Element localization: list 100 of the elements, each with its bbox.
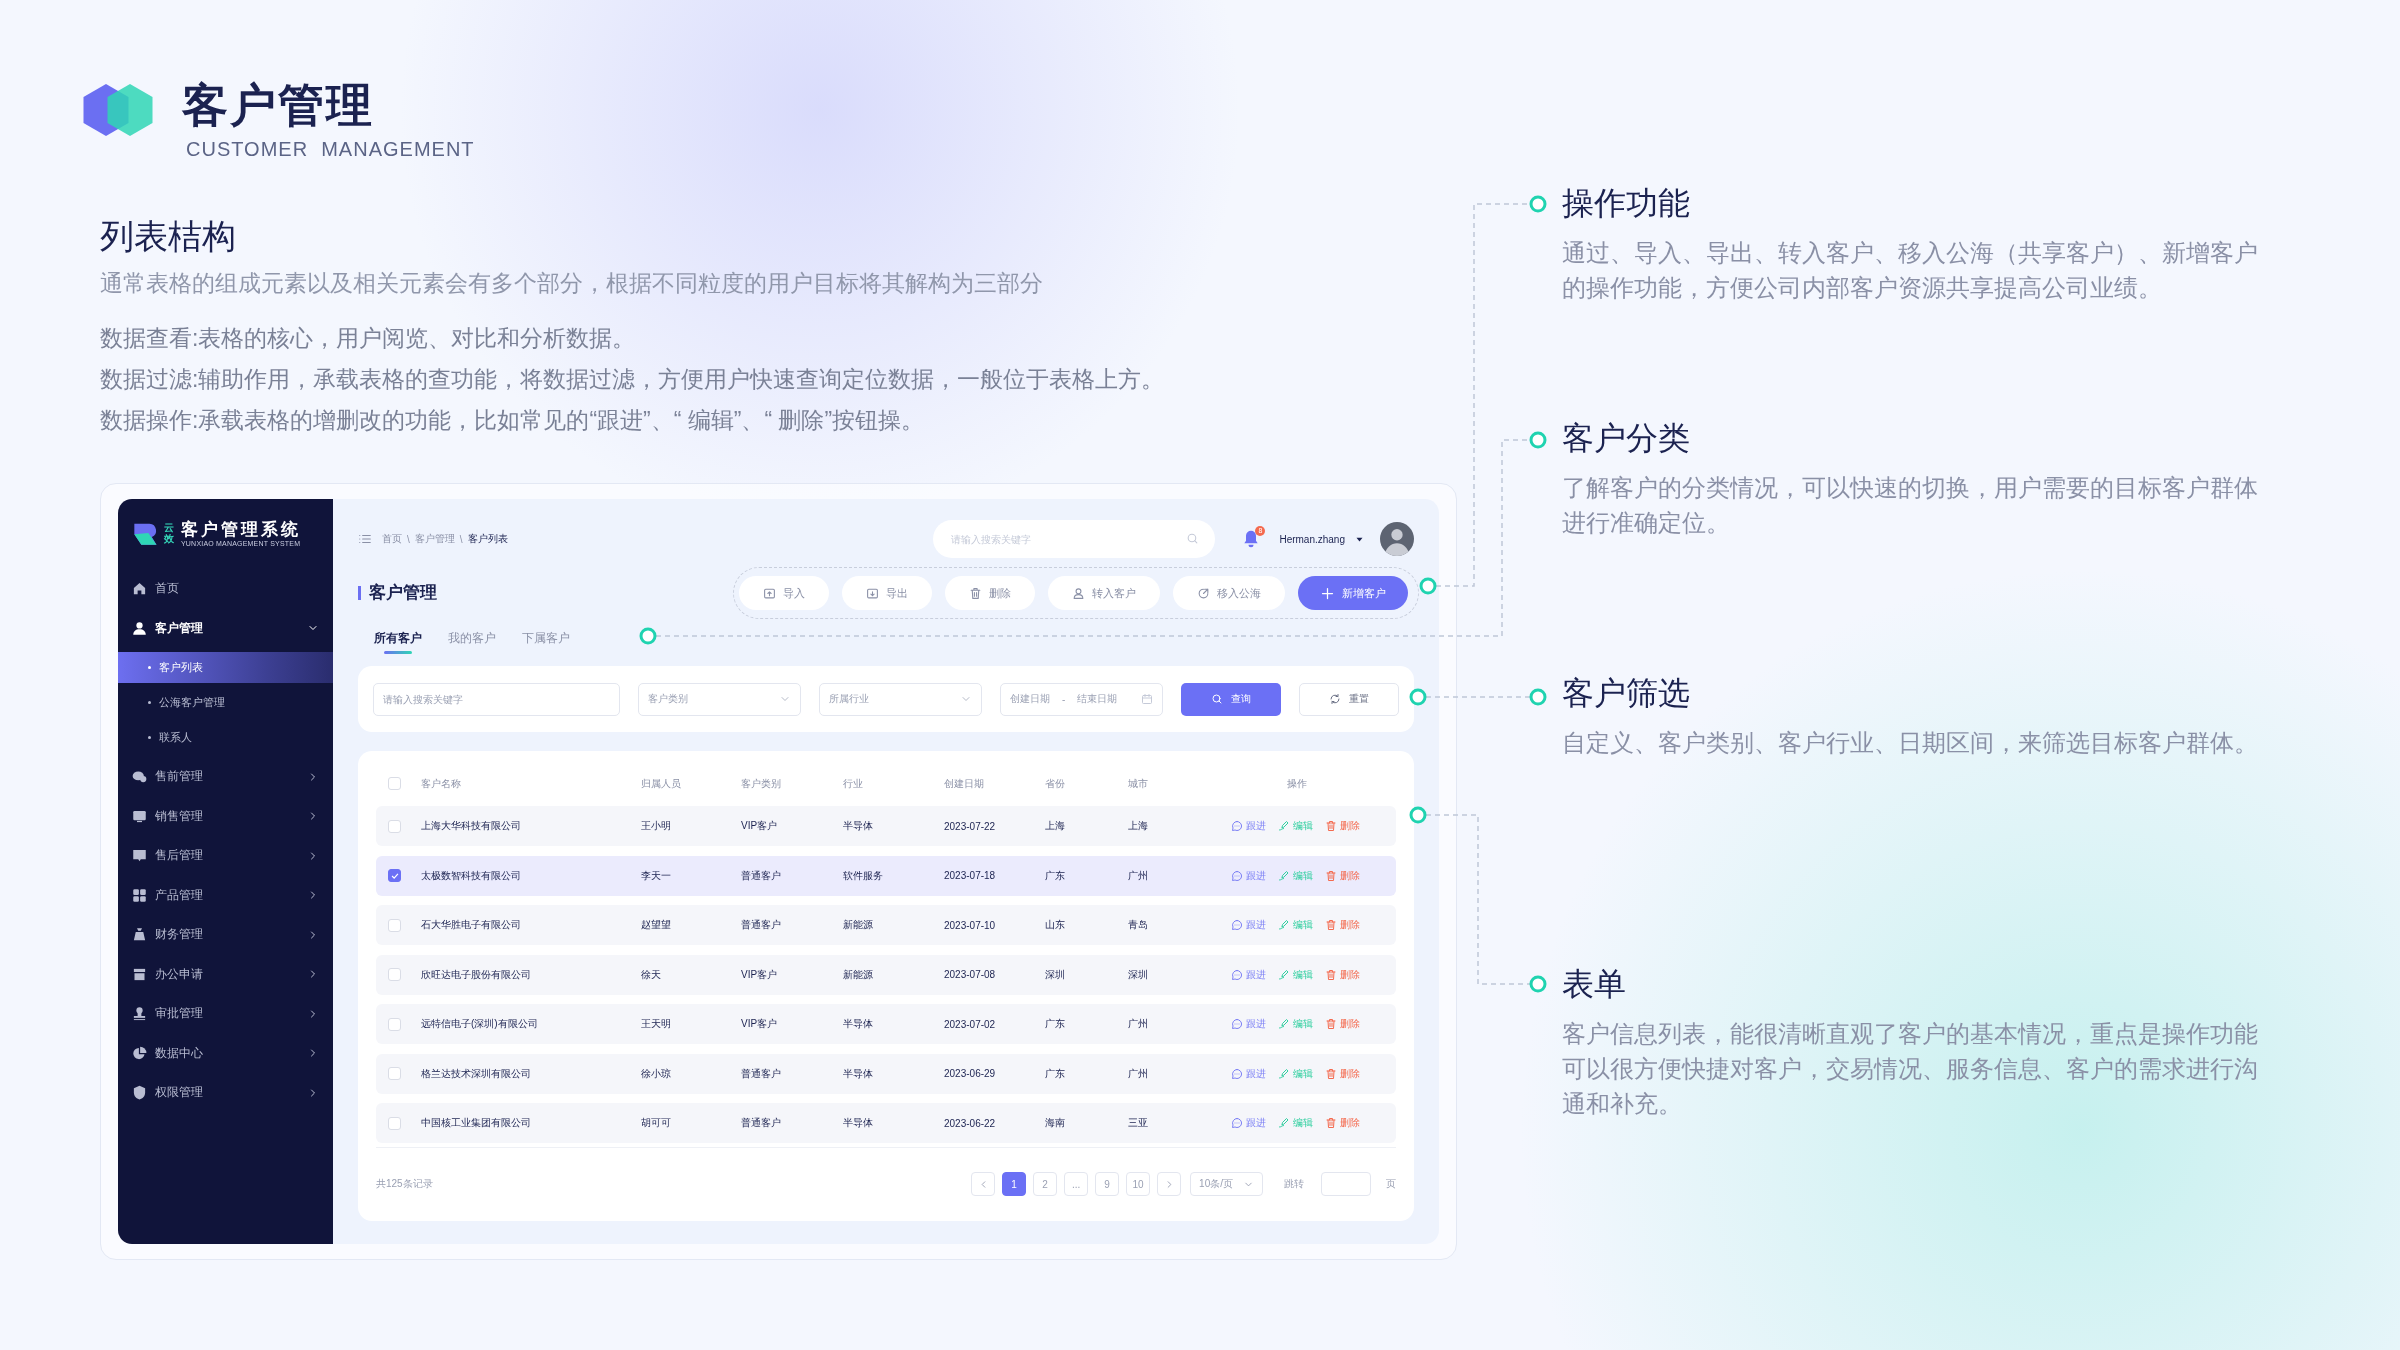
table-cell-text: 2023-07-02 <box>944 1018 997 1030</box>
keyword-field[interactable]: 请输入搜索关键字 <box>373 682 620 716</box>
edit-button[interactable]: 编辑 <box>1278 1116 1313 1130</box>
table-cell-text: 徐天 <box>641 967 662 982</box>
edit-button[interactable]: 编辑 <box>1278 819 1313 833</box>
export-button[interactable]: 导出 <box>842 576 932 610</box>
table-cell-text: 广东 <box>1045 868 1066 883</box>
follow-button[interactable]: 跟进 <box>1231 967 1266 982</box>
home-icon <box>132 581 147 597</box>
page-size-select[interactable]: 10条/页 <box>1190 1172 1263 1196</box>
edit-button[interactable]: 编辑 <box>1278 918 1313 932</box>
follow-button[interactable]: 跟进 <box>1231 1116 1266 1130</box>
page-button[interactable]: 1 <box>1002 1172 1027 1196</box>
query-button[interactable]: 查询 <box>1181 682 1281 716</box>
table-cell-text: 深圳 <box>1128 967 1149 982</box>
table-row[interactable]: 上海大华科技有限公司 王小明 VIP客户 半导体 2023-07-22 上海 上海 跟进 编辑 删除 <box>376 806 1396 846</box>
description-text: 数据操作:承载表格的增删改的功能，比如常见的“跟进”、“ 编辑”、“ 删除”按钮操。 <box>100 406 926 435</box>
table-cell-text: 广东 <box>1045 1017 1066 1031</box>
select-all-checkbox[interactable] <box>388 777 401 790</box>
table-cell-text: 普通客户 <box>741 1116 782 1130</box>
search-icon <box>1186 532 1200 545</box>
nav-item[interactable]: 数据中心 <box>118 1033 333 1073</box>
transfer-button[interactable]: 转入客户 <box>1048 576 1160 610</box>
nav-item[interactable]: 首页 <box>118 569 333 609</box>
nav-item[interactable]: 销售管理 <box>118 796 333 836</box>
table-row[interactable]: 远特信电子(深圳)有限公司 王天明 VIP客户 半导体 2023-07-02 广东 广州 跟进 编辑 删除 <box>376 1004 1396 1044</box>
follow-button[interactable]: 跟进 <box>1231 918 1266 932</box>
delete-button[interactable]: 删除 <box>1325 967 1360 982</box>
chat-icon <box>1231 919 1243 931</box>
delete-button[interactable]: 删除 <box>1325 1116 1360 1130</box>
previous-page-button[interactable] <box>971 1172 996 1196</box>
page-jump-field[interactable] <box>1321 1172 1371 1196</box>
page-button[interactable]: 10 <box>1126 1172 1151 1196</box>
table-row[interactable]: 欣旺达电子股份有限公司 徐天 VIP客户 新能源 2023-07-08 深圳 深圳 跟进 编辑 删除 <box>376 954 1396 995</box>
import-button[interactable]: 导入 <box>739 576 829 610</box>
table-cell-text: 李天一 <box>641 868 672 883</box>
follow-button[interactable]: 跟进 <box>1231 1066 1266 1081</box>
delete-button[interactable]: 删除 <box>1325 1066 1360 1081</box>
column-header: 创建日期 <box>944 776 985 791</box>
follow-button[interactable]: 跟进 <box>1231 868 1266 883</box>
table-row[interactable]: 格兰达技术深圳有限公司 徐小琼 普通客户 半导体 2023-06-29 广东 广州 跟进 编辑 删除 <box>376 1053 1396 1094</box>
delete-button[interactable]: 删除 <box>945 576 1035 610</box>
next-page-button[interactable] <box>1157 1172 1182 1196</box>
industry-select[interactable]: 所属行业 <box>819 682 982 716</box>
nav-subitem[interactable]: 客户列表 <box>118 652 333 683</box>
nav-item[interactable]: 审批管理 <box>118 994 333 1034</box>
nav-item[interactable]: 办公申请 <box>118 954 333 994</box>
row-checkbox[interactable] <box>388 869 401 882</box>
nav-item[interactable]: 产品管理 <box>118 875 333 915</box>
table-cell-text: 软件服务 <box>843 868 884 883</box>
money-bag-icon <box>132 927 147 943</box>
edit-button[interactable]: 编辑 <box>1278 1066 1313 1081</box>
follow-button[interactable]: 跟进 <box>1231 1017 1266 1031</box>
nav-item[interactable]: 权限管理 <box>118 1073 333 1113</box>
table-cell-text: 山东 <box>1045 918 1066 932</box>
follow-button[interactable]: 跟进 <box>1231 819 1266 833</box>
nav-subitem[interactable]: 联系人 <box>118 722 333 753</box>
table-cell-text: 广州 <box>1128 868 1149 883</box>
help-bubble-icon <box>132 848 147 864</box>
trash-icon <box>1325 919 1337 931</box>
edit-button[interactable]: 编辑 <box>1278 868 1313 883</box>
date-range-field[interactable]: 创建日期 - 结束日期 <box>1000 682 1163 716</box>
move-button[interactable]: 移入公海 <box>1173 576 1285 610</box>
category-select[interactable]: 客户类别 <box>638 682 801 716</box>
user-name: Herman.zhang <box>1279 533 1345 545</box>
table-cell-text: 石大华胜电子有限公司 <box>421 918 522 932</box>
nav-subitem[interactable]: 公海客户管理 <box>118 687 333 718</box>
add-button[interactable]: 新增客户 <box>1298 576 1408 610</box>
table-cell-text: VIP客户 <box>741 1017 779 1031</box>
delete-button[interactable]: 删除 <box>1325 918 1360 932</box>
nav-item[interactable]: 财务管理 <box>118 915 333 955</box>
table-cell-text: 2023-07-18 <box>944 870 997 881</box>
table-cell-text: 半导体 <box>843 819 874 833</box>
page-button[interactable]: ... <box>1064 1172 1089 1196</box>
note-title: 操作功能 <box>1562 184 1691 223</box>
breadcrumb-link[interactable]: 客户管理 <box>414 532 455 546</box>
table-cell-text: VIP客户 <box>741 819 779 833</box>
tab[interactable]: 我的客户 <box>448 626 496 650</box>
page-button[interactable]: 2 <box>1033 1172 1058 1196</box>
reset-button[interactable]: 重置 <box>1299 682 1399 716</box>
tab[interactable]: 下属客户 <box>522 626 570 650</box>
table-row[interactable]: 石大华胜电子有限公司 赵望望 普通客户 新能源 2023-07-10 山东 青岛 跟进 编辑 删除 <box>376 905 1396 945</box>
nav-item[interactable]: 售前管理 <box>118 757 333 797</box>
table-cell-text: 上海 <box>1045 819 1066 833</box>
table-row[interactable]: 太极数智科技有限公司 李天一 普通客户 软件服务 2023-07-18 广东 广州 跟进 编辑 删除 <box>376 855 1396 896</box>
trash-icon <box>1325 1067 1337 1080</box>
table-cell-text: 广东 <box>1045 1066 1066 1081</box>
page-button[interactable]: 9 <box>1095 1172 1120 1196</box>
edit-button[interactable]: 编辑 <box>1278 967 1313 982</box>
delete-button[interactable]: 删除 <box>1325 1017 1360 1031</box>
table-row[interactable]: 中国核工业集团有限公司 胡可可 普通客户 半导体 2023-06-22 海南 三亚 跟进 编辑 删除 <box>376 1103 1396 1143</box>
delete-button[interactable]: 删除 <box>1325 819 1360 833</box>
edit-button[interactable]: 编辑 <box>1278 1017 1313 1031</box>
breadcrumb-link[interactable]: 首页 <box>382 532 402 546</box>
description-text: 数据查看:表格的核心，用户阅览、对比和分析数据。 <box>100 324 637 353</box>
nav-item[interactable]: 售后管理 <box>118 836 333 876</box>
table-cell-text: 太极数智科技有限公司 <box>421 868 522 883</box>
nav-item[interactable]: 客户管理 <box>118 608 333 648</box>
column-header: 城市 <box>1128 776 1149 791</box>
delete-button[interactable]: 删除 <box>1325 868 1360 883</box>
